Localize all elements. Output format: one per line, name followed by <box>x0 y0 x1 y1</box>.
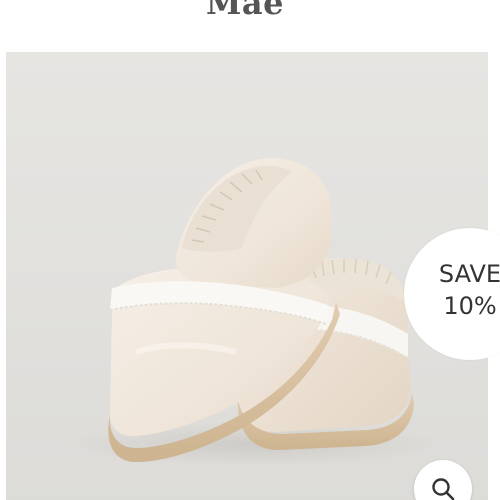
search-icon <box>432 478 455 500</box>
product-title: Mae <box>205 0 284 22</box>
sale-badge-text: SAVE 10% <box>432 258 500 322</box>
sale-badge-line1: SAVE <box>438 260 500 288</box>
product-page: Mae SAVE 10% <box>0 0 500 500</box>
sale-badge-line2: 10% <box>443 292 497 320</box>
